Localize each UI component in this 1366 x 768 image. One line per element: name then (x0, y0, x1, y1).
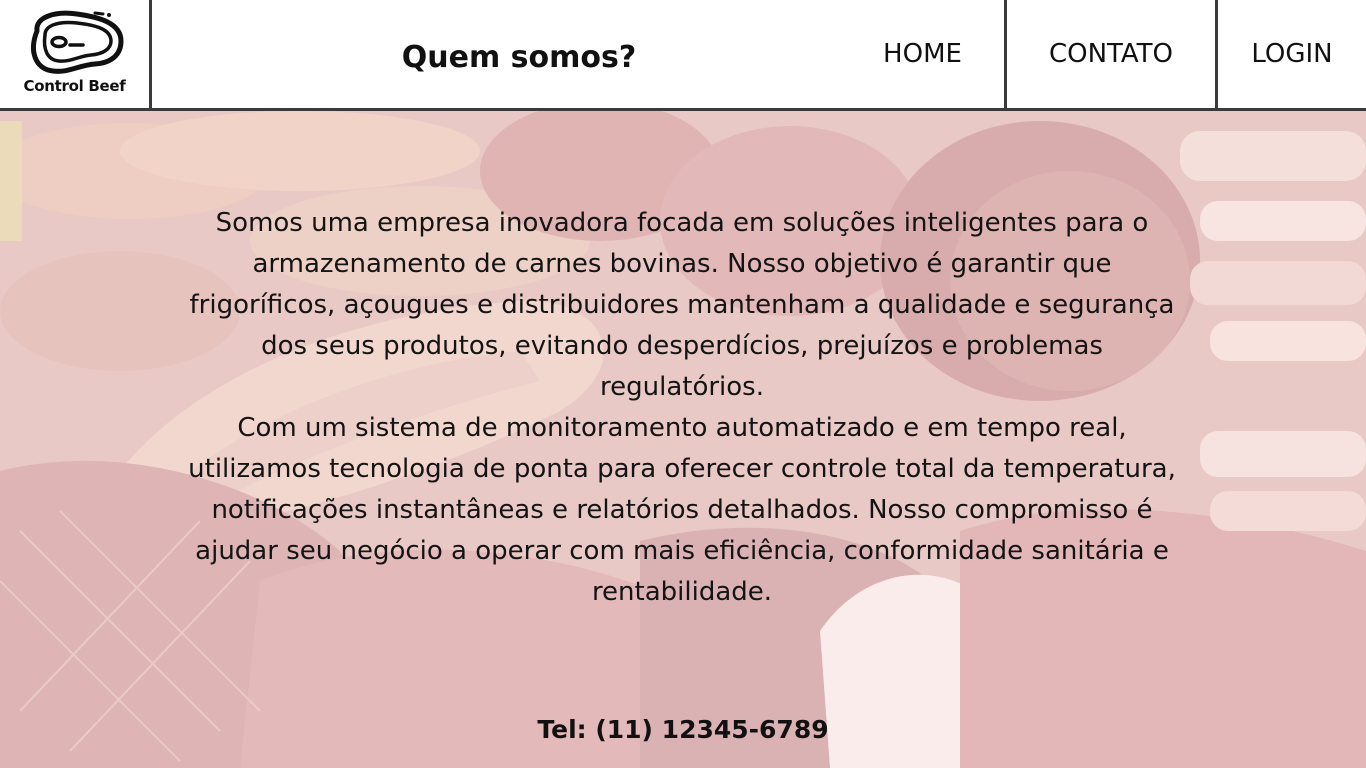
hero-section: Somos uma empresa inovadora focada em so… (0, 111, 1366, 768)
steak-icon (31, 10, 124, 74)
top-header: Control Beef Quem somos? HOME CONTATO LO… (0, 0, 1366, 111)
nav-home-link[interactable]: HOME (840, 0, 1005, 108)
nav-login-link[interactable]: LOGIN (1218, 0, 1366, 108)
nav-contato-link[interactable]: CONTATO (1004, 0, 1218, 108)
about-text: Somos uma empresa inovadora focada em so… (176, 203, 1188, 613)
brand-name: Control Beef (23, 77, 126, 95)
about-paragraph-2: Com um sistema de monitoramento automati… (188, 413, 1176, 607)
contact-phone: Tel: (11) 12345-6789 (537, 715, 829, 744)
brand-logo[interactable]: Control Beef (0, 0, 152, 108)
title-area: Quem somos? (152, 0, 886, 108)
about-paragraph-1: Somos uma empresa inovadora focada em so… (189, 208, 1175, 402)
page-title: Quem somos? (401, 39, 637, 75)
